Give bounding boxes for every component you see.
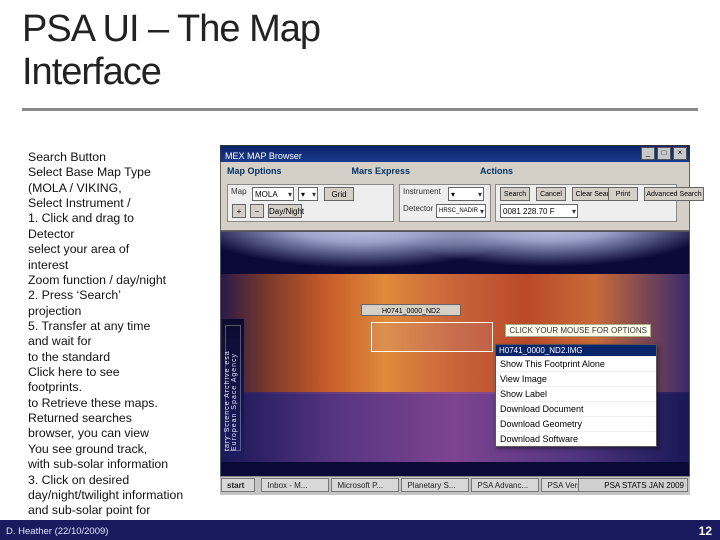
instrument-combo[interactable]: ▾ xyxy=(448,187,484,201)
archive-logo-strip: tary Science Archive esa European Space … xyxy=(222,319,244,457)
selected-footprint-id[interactable]: H0741_0000_ND2 xyxy=(361,304,461,316)
embedded-screenshot: MEX MAP Browser _ □ × Map Options Mars E… xyxy=(220,145,690,495)
title-line-1: PSA UI – The Map xyxy=(22,8,320,50)
instrument-group: Instrument ▾ Detector HRSC_NADIR xyxy=(399,184,491,222)
instrument-label: Instrument xyxy=(403,187,441,196)
zoom-in-button[interactable]: + xyxy=(232,204,246,218)
search-button[interactable]: Search xyxy=(500,187,530,201)
context-menu-item[interactable]: View Image xyxy=(496,371,656,386)
context-menu-item[interactable]: Download Document xyxy=(496,401,656,416)
taskbar-item[interactable]: Inbox - M... xyxy=(261,478,329,492)
taskbar-item[interactable]: Planetary S... xyxy=(401,478,469,492)
context-menu-item[interactable]: Show This Footprint Alone xyxy=(496,356,656,371)
selection-rectangle[interactable] xyxy=(371,322,493,352)
map-polar-fade xyxy=(221,232,689,286)
title-rule xyxy=(22,108,698,111)
context-menu-title: H0741_0000_ND2.IMG xyxy=(496,345,656,356)
map-options-group: Map MOLA ▾ Grid + − Day/Night xyxy=(227,184,394,222)
advanced-search-button[interactable]: Advanced Search xyxy=(644,187,704,201)
controls-row: Map MOLA ▾ Grid + − Day/Night Instrument… xyxy=(227,184,683,220)
daynight-button[interactable]: Day/Night xyxy=(268,204,302,218)
slide-title: PSA UI – The Map Interface xyxy=(22,8,320,94)
print-button[interactable]: Print xyxy=(608,187,638,201)
hdr-map-options: Map Options xyxy=(227,166,282,182)
window-titlebar: MEX MAP Browser _ □ × xyxy=(220,145,690,163)
maximize-icon[interactable]: □ xyxy=(657,147,671,160)
archive-logo-text: tary Science Archive esa European Space … xyxy=(224,319,238,451)
grid-button[interactable]: Grid xyxy=(324,187,354,201)
footer-author: D. Heather (22/10/2009) xyxy=(6,526,108,537)
hdr-actions: Actions xyxy=(480,166,513,182)
close-icon[interactable]: × xyxy=(673,147,687,160)
map-canvas[interactable]: H0741_0000_ND2 CLICK YOUR MOUSE FOR OPTI… xyxy=(220,231,690,477)
slide-footer: D. Heather (22/10/2009) 12 xyxy=(0,520,720,540)
detector-label: Detector xyxy=(403,204,433,213)
toolbar-panel: Map Options Mars Express Actions Map MOL… xyxy=(220,162,690,231)
minimize-icon[interactable]: _ xyxy=(641,147,655,160)
context-menu-item[interactable]: Download Software xyxy=(496,431,656,446)
instruction-line: and sub-solar point for xyxy=(28,503,298,518)
click-hint: CLICK YOUR MOUSE FOR OPTIONS xyxy=(505,324,651,337)
os-taskbar: start Inbox - M...Microsoft P...Planetar… xyxy=(220,476,690,495)
panel-headers: Map Options Mars Express Actions xyxy=(227,166,683,182)
coords-display: 0081 228.70 F xyxy=(500,204,578,218)
window-buttons: _ □ × xyxy=(641,147,687,160)
cancel-button[interactable]: Cancel xyxy=(536,187,566,201)
detector-combo[interactable]: HRSC_NADIR xyxy=(436,204,486,218)
context-menu: H0741_0000_ND2.IMG Show This Footprint A… xyxy=(495,344,657,447)
taskbar-item[interactable]: Microsoft P... xyxy=(331,478,399,492)
taskbar-item[interactable]: PSA Advanc... xyxy=(471,478,539,492)
context-menu-item[interactable]: Download Geometry xyxy=(496,416,656,431)
footer-page-number: 12 xyxy=(699,524,712,538)
map-sel-combo[interactable]: ▾ xyxy=(298,187,318,201)
actions-group: 0081 228.70 F SearchCancelClear SearchPr… xyxy=(495,184,677,222)
window-title: MEX MAP Browser xyxy=(221,150,306,162)
context-menu-item[interactable]: Show Label xyxy=(496,386,656,401)
hdr-mars-express: Mars Express xyxy=(352,166,411,182)
title-line-2: Interface xyxy=(22,51,320,94)
zoom-out-button[interactable]: − xyxy=(250,204,264,218)
taskbar-tray: PSA STATS JAN 2009 xyxy=(578,478,688,492)
map-label: Map xyxy=(231,187,247,196)
start-button[interactable]: start xyxy=(221,478,255,492)
map-combo[interactable]: MOLA xyxy=(252,187,294,201)
